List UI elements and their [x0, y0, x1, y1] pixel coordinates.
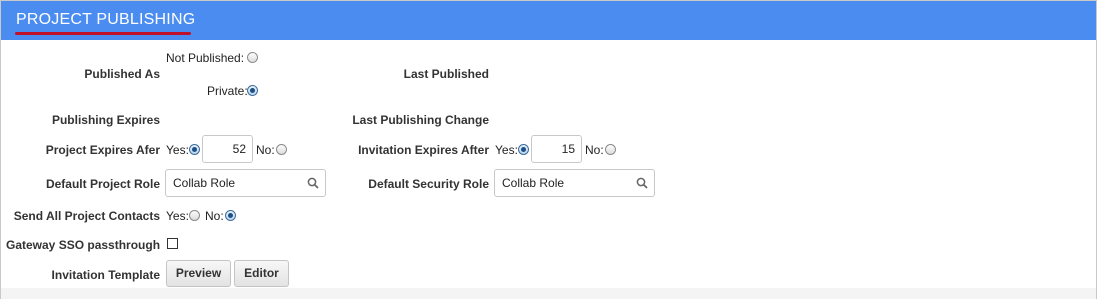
project-expires-no-radio[interactable] — [276, 144, 287, 155]
project-expires-no-label: No: — [256, 143, 275, 157]
gateway-sso-label: Gateway SSO passthrough — [6, 238, 161, 252]
project-expires-yes-label: Yes: — [166, 143, 189, 157]
editor-button[interactable]: Editor — [234, 260, 289, 287]
send-contacts-yes-radio[interactable] — [189, 210, 200, 221]
send-contacts-no-label: No: — [205, 209, 224, 223]
invitation-expires-yes-radio[interactable] — [518, 144, 529, 155]
invitation-expires-yes-label: Yes: — [495, 143, 518, 157]
title-underline — [15, 32, 191, 35]
not-published-label: Not Published: — [166, 51, 245, 65]
project-expires-days-input[interactable]: 52 — [202, 135, 253, 163]
project-expires-after-label: Project Expires Afer — [45, 143, 160, 157]
invitation-template-label: Invitation Template — [51, 268, 160, 282]
invitation-expires-no-label: No: — [585, 143, 604, 157]
default-project-role-label: Default Project Role — [45, 177, 160, 191]
last-publishing-change-label: Last Publishing Change — [352, 113, 489, 127]
last-published-label: Last Published — [403, 67, 489, 81]
search-icon[interactable] — [636, 177, 648, 189]
project-publishing-panel: PROJECT PUBLISHING Not Published: Publis… — [0, 0, 1097, 299]
publishing-expires-label: Publishing Expires — [51, 113, 160, 127]
default-security-role-lookup[interactable]: Collab Role — [494, 169, 655, 197]
send-contacts-no-radio[interactable] — [225, 210, 236, 221]
private-radio[interactable] — [247, 85, 258, 96]
private-label: Private: — [207, 84, 248, 98]
gateway-sso-checkbox[interactable] — [167, 238, 178, 249]
invitation-expires-after-label: Invitation Expires After — [358, 143, 489, 157]
default-security-role-label: Default Security Role — [368, 177, 489, 191]
default-project-role-value: Collab Role — [173, 176, 236, 190]
invitation-expires-days-input[interactable]: 15 — [531, 135, 582, 163]
panel-header: PROJECT PUBLISHING — [1, 1, 1096, 40]
panel-title: PROJECT PUBLISHING — [16, 11, 196, 28]
default-security-role-value: Collab Role — [502, 176, 565, 190]
default-project-role-lookup[interactable]: Collab Role — [165, 169, 326, 197]
preview-button[interactable]: Preview — [166, 260, 231, 287]
not-published-radio[interactable] — [247, 52, 258, 63]
search-icon[interactable] — [307, 177, 319, 189]
project-expires-yes-radio[interactable] — [189, 144, 200, 155]
published-as-label: Published As — [84, 67, 160, 81]
invitation-expires-no-radio[interactable] — [605, 144, 616, 155]
panel-bottom-strip — [1, 288, 1096, 299]
send-all-project-contacts-label: Send All Project Contacts — [13, 209, 160, 223]
send-contacts-yes-label: Yes: — [166, 209, 189, 223]
panel-body — [1, 40, 1096, 288]
